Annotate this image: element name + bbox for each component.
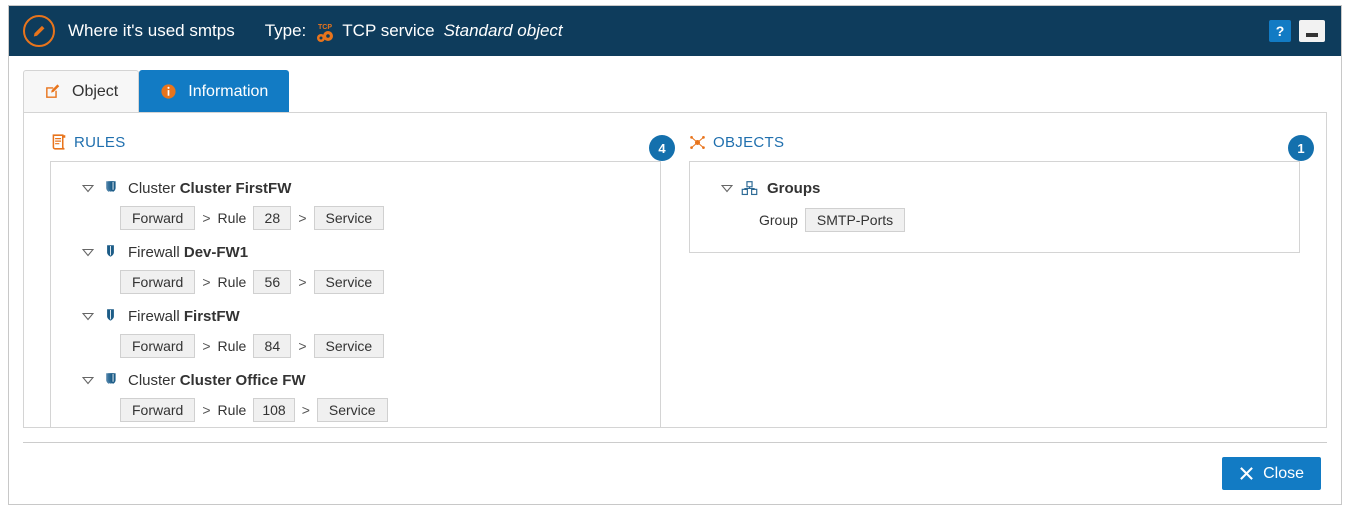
dialog-footer: Close (23, 442, 1327, 504)
rule-breadcrumb: Forward > Rule 108 > Service (65, 398, 646, 422)
edit-pencil-icon (44, 83, 61, 100)
chip-rule-number[interactable]: 84 (253, 334, 292, 358)
tree-node-label: Groups (767, 180, 820, 197)
rules-count-badge: 4 (649, 135, 675, 161)
caret-down-icon[interactable] (81, 182, 95, 194)
group-label: Group (759, 212, 798, 228)
rule-label: Rule (217, 402, 247, 418)
rule-breadcrumb: Forward > Rule 56 > Service (65, 270, 646, 294)
crumb-separator: > (202, 402, 211, 418)
object-breadcrumb: Group SMTP-Ports (704, 208, 1285, 232)
objects-panel: Groups Group SMTP-Ports (689, 161, 1300, 253)
pencil-circle-icon (23, 15, 55, 47)
firewall-shield-icon (102, 307, 119, 325)
tree-node[interactable]: Groups (704, 176, 1285, 200)
rule-label: Rule (217, 274, 247, 290)
rule-label: Rule (217, 338, 247, 354)
rule-label: Rule (217, 210, 247, 226)
close-button[interactable]: Close (1222, 457, 1321, 490)
chip-target[interactable]: Service (316, 398, 388, 422)
node-name: Dev-FW1 (183, 243, 249, 261)
caret-down-icon[interactable] (81, 310, 95, 322)
svg-text:TCP: TCP (318, 24, 332, 31)
crumb-separator: > (202, 210, 211, 226)
tree-node-label: Cluster Cluster FirstFW (128, 180, 291, 197)
node-name: Cluster FirstFW (179, 179, 292, 197)
caret-down-icon[interactable] (81, 374, 95, 386)
crumb-separator: > (298, 338, 307, 354)
tree-node-label: Cluster Cluster Office FW (128, 372, 306, 389)
node-prefix: Firewall (128, 243, 180, 261)
group-cubes-icon (741, 180, 758, 197)
node-name: Cluster Office FW (179, 371, 306, 389)
rules-panel: Cluster Cluster FirstFW Forward > Rule 2… (50, 161, 661, 427)
tree-node[interactable]: Firewall Dev-FW1 (65, 240, 646, 264)
tree-node-label: Firewall FirstFW (128, 308, 240, 325)
objects-header: OBJECTS (689, 131, 1300, 153)
dialog-titlebar: Where it's used smtps Type: TCP TCP serv… (9, 6, 1341, 56)
info-circle-icon (160, 83, 177, 100)
objects-column: OBJECTS 1 Groups Group SMTP-Ports (675, 131, 1314, 427)
chip-rule-number[interactable]: 56 (253, 270, 292, 294)
rule-breadcrumb: Forward > Rule 84 > Service (65, 334, 646, 358)
chip-group-value[interactable]: SMTP-Ports (804, 208, 906, 232)
node-prefix: Firewall (128, 307, 180, 325)
node-prefix: Cluster (128, 179, 176, 197)
tree-node-label: Firewall Dev-FW1 (128, 244, 248, 261)
information-panel: RULES 4 Cluster Cluster FirstFW Forward … (23, 112, 1327, 428)
rule-breadcrumb: Forward > Rule 28 > Service (65, 206, 646, 230)
type-value: TCP service (342, 21, 435, 40)
tab-object-label: Object (72, 82, 119, 100)
tab-information[interactable]: Information (139, 70, 290, 112)
chip-action[interactable]: Forward (120, 270, 196, 294)
tcp-gears-icon: TCP (314, 21, 336, 45)
chip-action[interactable]: Forward (120, 398, 196, 422)
objects-count-badge: 1 (1288, 135, 1314, 161)
close-x-icon (1239, 466, 1254, 481)
minimize-bar (1306, 33, 1318, 37)
firewall-shield-icon (102, 243, 119, 261)
rules-column: RULES 4 Cluster Cluster FirstFW Forward … (36, 131, 675, 427)
node-name: Groups (767, 179, 821, 197)
chip-action[interactable]: Forward (120, 334, 196, 358)
node-name: FirstFW (183, 307, 240, 325)
object-kind: Standard object (443, 21, 563, 40)
caret-down-icon[interactable] (81, 246, 95, 258)
tree-node[interactable]: Cluster Cluster Office FW (65, 368, 646, 392)
chip-rule-number[interactable]: 28 (253, 206, 292, 230)
chip-action[interactable]: Forward (120, 206, 196, 230)
minimize-icon[interactable] (1299, 20, 1325, 42)
crumb-separator: > (202, 274, 211, 290)
where-used-dialog: Where it's used smtps Type: TCP TCP serv… (8, 5, 1342, 505)
objects-hub-icon (689, 134, 706, 151)
chip-target[interactable]: Service (313, 334, 385, 358)
crumb-separator: > (301, 402, 310, 418)
rules-title: RULES (74, 133, 126, 151)
crumb-separator: > (298, 274, 307, 290)
tab-bar: Object Information (9, 56, 1341, 112)
caret-down-icon[interactable] (720, 182, 734, 194)
help-icon[interactable]: ? (1269, 20, 1291, 42)
scroll-document-icon (50, 133, 67, 151)
cluster-shields-icon (102, 371, 119, 389)
rules-header: RULES (50, 131, 661, 153)
node-prefix: Cluster (128, 371, 176, 389)
tree-node[interactable]: Cluster Cluster FirstFW (65, 176, 646, 200)
cluster-shields-icon (102, 179, 119, 197)
tab-object[interactable]: Object (23, 70, 140, 112)
crumb-separator: > (298, 210, 307, 226)
chip-rule-number[interactable]: 108 (253, 398, 295, 422)
chip-target[interactable]: Service (313, 206, 385, 230)
tree-node[interactable]: Firewall FirstFW (65, 304, 646, 328)
tab-information-label: Information (188, 82, 269, 100)
objects-title: OBJECTS (713, 133, 785, 151)
type-label: Type: (264, 21, 307, 40)
close-button-label: Close (1263, 464, 1304, 482)
dialog-title: Where it's used smtps (68, 21, 235, 40)
crumb-separator: > (202, 338, 211, 354)
chip-target[interactable]: Service (313, 270, 385, 294)
